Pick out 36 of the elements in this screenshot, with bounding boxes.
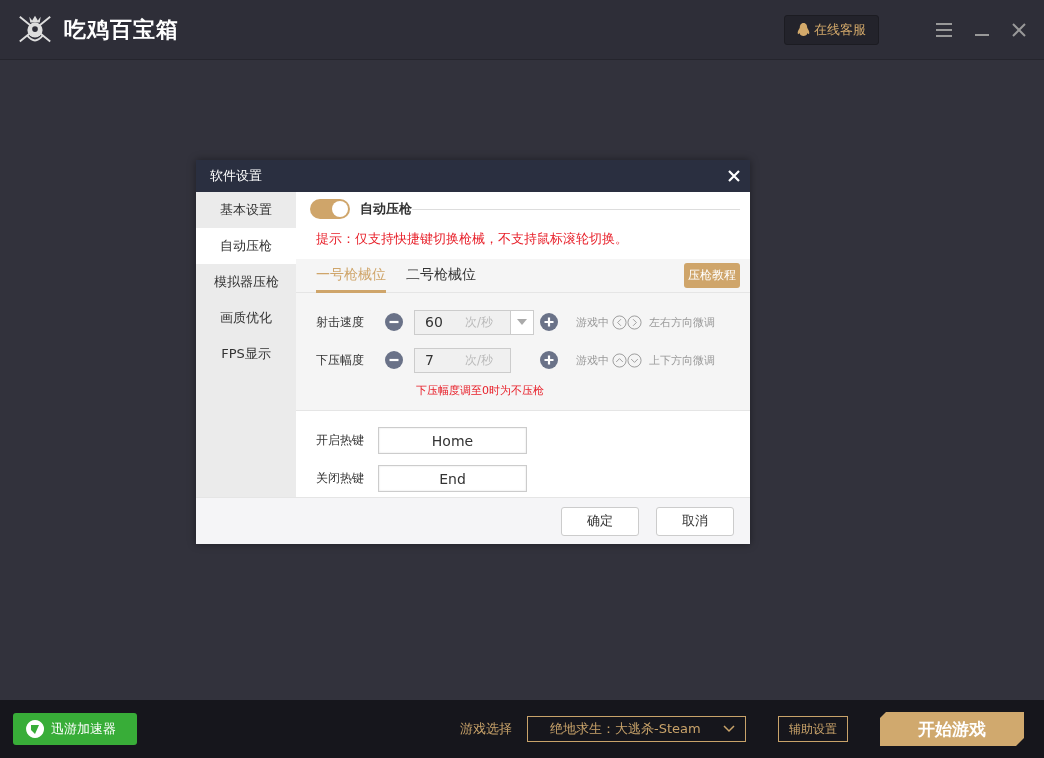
hotkey-field[interactable]: Home [378, 426, 527, 454]
hint-text: 上下方向微调 [649, 352, 715, 368]
hint-text: 左右方向微调 [649, 314, 715, 330]
support-button[interactable]: 在线客服 [784, 14, 879, 45]
setting-label: 下压幅度 [316, 351, 365, 369]
warning-note: 下压幅度调至0时为不压枪 [415, 383, 545, 398]
setting-label: 射击速度 [316, 313, 365, 331]
toggle-label: 自动压枪 [360, 200, 412, 219]
sidebar-item[interactable]: 画质优化 [196, 300, 296, 336]
hint-text: 游戏中 [576, 314, 609, 330]
sidebar-item[interactable]: 模拟器压枪 [196, 264, 296, 300]
sidebar-item[interactable]: FPS显示 [196, 336, 296, 372]
hotkey-field[interactable]: End [378, 464, 527, 492]
hint-text: 游戏中 [576, 352, 609, 368]
penguin-icon [797, 22, 810, 37]
dialog-button[interactable]: 取消 [656, 506, 734, 536]
game-select-label: 游戏选择 [460, 720, 512, 738]
plus-button[interactable] [540, 313, 558, 331]
sidebar-item[interactable]: 自动压枪 [196, 228, 296, 264]
chevron-down-icon [723, 725, 735, 733]
hotkey-label: 开启热键 [316, 431, 365, 449]
sidebar-item[interactable]: 基本设置 [196, 192, 296, 228]
assist-settings-button[interactable]: 辅助设置 [778, 716, 848, 742]
toggle-switch[interactable] [310, 199, 350, 220]
hint-text: 提示：仅支持快捷键切换枪械，不支持鼠标滚轮切换。 [315, 230, 629, 249]
minus-button[interactable] [385, 313, 403, 331]
weapon-slot-tab[interactable]: 二号枪械位 [406, 258, 476, 293]
dialog-title: 软件设置 [210, 167, 262, 185]
game-select[interactable]: 绝地求生：大逃杀-Steam [527, 716, 746, 742]
hotkey-label: 关闭热键 [316, 469, 365, 487]
plus-button[interactable] [540, 351, 558, 369]
caret-icon [517, 319, 527, 325]
minus-button[interactable] [385, 351, 403, 369]
app-title: 吃鸡百宝箱 [64, 15, 179, 44]
menu-icon[interactable] [936, 22, 952, 37]
dialog-button[interactable]: 确定 [561, 506, 639, 536]
